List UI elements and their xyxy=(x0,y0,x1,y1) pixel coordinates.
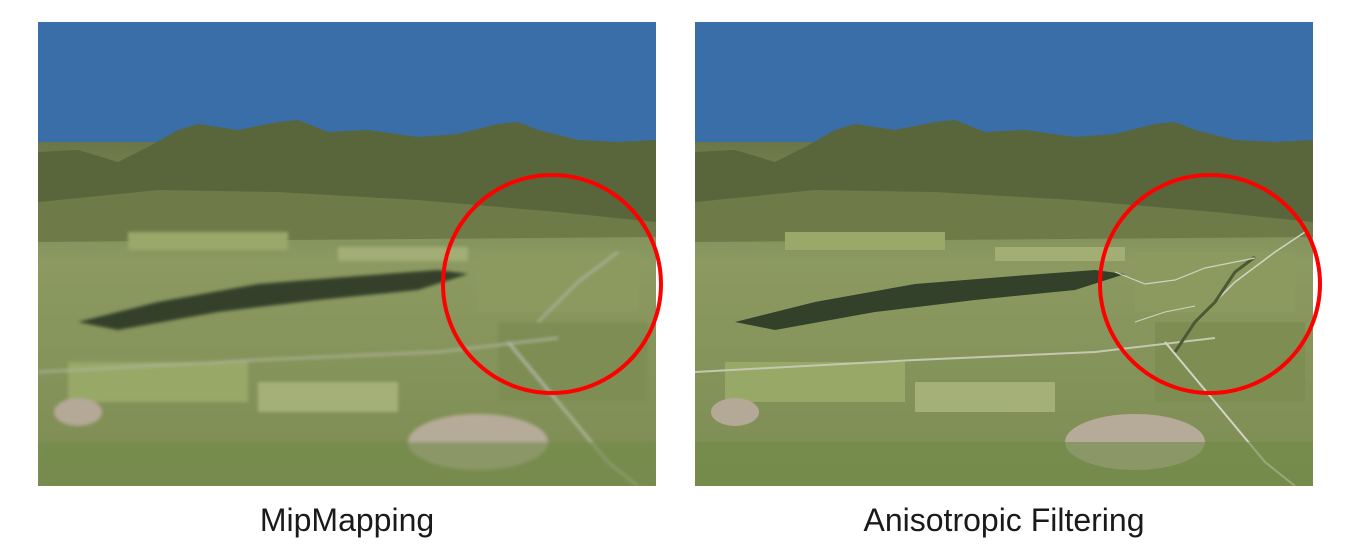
mipmapping-image xyxy=(38,22,656,486)
caption-mipmapping: MipMapping xyxy=(259,502,435,538)
anisotropic-filtering-image xyxy=(695,22,1313,486)
caption-anisotropic-filtering: Anisotropic Filtering xyxy=(863,502,1145,538)
